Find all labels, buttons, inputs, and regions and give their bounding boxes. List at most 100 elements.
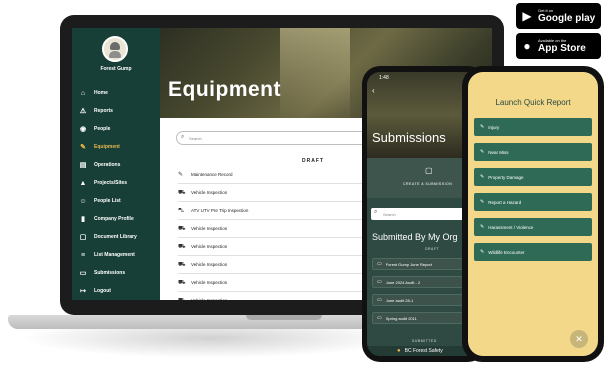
eye-icon: ◉ bbox=[79, 126, 87, 133]
folder-icon: ▭ bbox=[377, 297, 382, 303]
row-label: Vehicle Inspection bbox=[191, 262, 228, 267]
sidebar-item-submissions[interactable]: ▭ Submissions bbox=[72, 264, 160, 282]
sidebar-item-equipment[interactable]: ✎ Equipment bbox=[72, 138, 160, 156]
pencil-icon: ✎ bbox=[480, 199, 485, 205]
submitted-label: SUBMITTED bbox=[412, 339, 437, 343]
sidebar-item-label: List Management bbox=[94, 252, 135, 258]
folder-icon: ▭ bbox=[377, 315, 382, 321]
page-title: Equipment bbox=[168, 78, 281, 101]
quick-report-item[interactable]: ✎ Report a Hazard bbox=[474, 193, 592, 211]
sidebar-item-label: People bbox=[94, 126, 111, 132]
truck-icon: ⛟ bbox=[178, 189, 186, 196]
pencil-icon: ✎ bbox=[480, 249, 485, 255]
user-icon: ☺ bbox=[79, 197, 87, 205]
quick-report-label: Report a Hazard bbox=[488, 199, 522, 205]
app-store-badge[interactable]: ● Available on the App Store bbox=[516, 33, 601, 59]
table-row[interactable]: ⛟ Vehicle Inspection bbox=[178, 274, 362, 292]
list-item[interactable]: ▭ June audit 28-1 bbox=[372, 294, 476, 306]
sidebar-item-reports[interactable]: ⚠ Reports bbox=[72, 102, 160, 120]
logout-icon: ↦ bbox=[80, 288, 86, 295]
wrench-icon: ✎ bbox=[80, 144, 86, 151]
phone-title: Submissions bbox=[372, 130, 446, 145]
phone-quick-report-screen: Launch Quick Report ✎ Injury ✎ Near Miss ✎ Pr… bbox=[468, 72, 598, 356]
google-play-badge[interactable]: ▶ Get it on Google play bbox=[516, 3, 601, 29]
create-label: CREATE A SUBMISSION bbox=[403, 182, 453, 186]
warning-icon: ⚠ bbox=[79, 108, 87, 115]
quick-report-item[interactable]: ✎ Near Miss bbox=[474, 143, 592, 161]
quick-report-item[interactable]: ✎ Injury bbox=[474, 118, 592, 136]
section-label: DRAFT bbox=[302, 158, 324, 164]
apple-icon: ● bbox=[523, 39, 531, 53]
row-label: Maintenance Record bbox=[191, 172, 233, 177]
truck-icon: ⛟ bbox=[178, 297, 187, 301]
quick-report-label: Wildlife Encounter bbox=[488, 249, 525, 255]
avatar[interactable] bbox=[102, 36, 128, 62]
bookmark-icon: ▮ bbox=[81, 216, 85, 223]
close-icon[interactable]: ✕ bbox=[570, 330, 588, 348]
table-row[interactable]: ⛟ Vehicle Inspection bbox=[178, 184, 362, 202]
sidebar-item-label: Logout bbox=[94, 288, 111, 294]
table-row[interactable]: ⛟ Vehicle Inspection bbox=[178, 292, 362, 301]
sidebar-item-label: Home bbox=[94, 90, 108, 96]
search-placeholder: Search bbox=[189, 135, 202, 141]
back-icon[interactable]: ‹ bbox=[372, 86, 375, 95]
folder-icon: ▭ bbox=[377, 279, 382, 285]
quick-report-label: Injury bbox=[488, 124, 500, 130]
row-label: Vehicle Inspection bbox=[191, 280, 228, 285]
table-row[interactable]: ⛟ Vehicle Inspection bbox=[178, 256, 362, 274]
list-item[interactable]: ▭ June 2024 Audit - 2 bbox=[372, 276, 476, 288]
sidebar-item-projects-sites[interactable]: ▲ Projects/Sites bbox=[72, 174, 160, 192]
sidebar-item-label: Projects/Sites bbox=[94, 180, 128, 186]
row-label: Vehicle Inspection bbox=[191, 298, 227, 300]
sidebar-item-label: Submissions bbox=[94, 270, 126, 276]
truck-icon: ⛟ bbox=[178, 279, 186, 286]
sidebar-item-people-list[interactable]: ☺ People List bbox=[72, 192, 160, 210]
list-icon: ≡ bbox=[80, 251, 86, 259]
equipment-list: ✎ Maintenance Record ⛟ Vehicle Inspection ⛍ A… bbox=[178, 166, 362, 300]
quick-report-label: Harassment / Violence bbox=[488, 224, 534, 230]
apple-badge-large: App Store bbox=[538, 43, 586, 54]
folder-icon: ▭ bbox=[79, 270, 87, 277]
table-row[interactable]: ⛟ Vehicle Inspection bbox=[178, 220, 362, 238]
sidebar-item-label: People List bbox=[94, 198, 121, 204]
quick-report-item[interactable]: ✎ Property Damage bbox=[474, 168, 592, 186]
sidebar-item-label: Reports bbox=[94, 108, 113, 114]
list-item[interactable]: ▭ Forest Gump June Report bbox=[372, 258, 476, 270]
file-icon: ▢ bbox=[425, 166, 433, 175]
quick-report-title: Launch Quick Report bbox=[495, 98, 571, 107]
folder-icon: ▭ bbox=[377, 261, 382, 267]
sidebar-item-label: Company Profile bbox=[94, 216, 134, 222]
sidebar-item-document-library[interactable]: ▢ Document Library bbox=[72, 228, 160, 246]
table-row[interactable]: ✎ Maintenance Record bbox=[178, 166, 362, 184]
sidebar-item-operations[interactable]: ▤ Operations bbox=[72, 156, 160, 174]
quick-report-label: Property Damage bbox=[488, 174, 524, 180]
search-icon: ⌕ bbox=[181, 134, 185, 140]
sidebar-item-people[interactable]: ◉ People bbox=[72, 120, 160, 138]
status-time: 1:48 bbox=[379, 75, 389, 81]
row-label: Vehicle Inspection bbox=[191, 244, 228, 249]
pencil-icon: ✎ bbox=[480, 149, 485, 155]
pencil-icon: ✎ bbox=[480, 174, 485, 180]
truck-icon: ⛟ bbox=[178, 225, 186, 232]
quick-report-item[interactable]: ✎ Harassment / Violence bbox=[474, 218, 592, 236]
truck-icon: ⛟ bbox=[178, 261, 186, 268]
sidebar-item-label: Operations bbox=[94, 162, 121, 168]
list-item-label: June 2024 Audit - 2 bbox=[385, 279, 421, 285]
sidebar-item-logout[interactable]: ↦ Logout bbox=[72, 282, 160, 300]
apple-badge-text: Available on the App Store bbox=[538, 38, 586, 54]
laptop-notch bbox=[246, 315, 322, 320]
sidebar-item-list-management[interactable]: ≡ List Management bbox=[72, 246, 160, 264]
search-input[interactable]: ⌕ Search bbox=[176, 131, 376, 145]
table-row[interactable]: ⛍ ATV UTV Pre Trip Inspection bbox=[178, 202, 362, 220]
list-item-label: Forest Gump June Report bbox=[385, 261, 432, 267]
sidebar-item-label: Document Library bbox=[94, 234, 137, 240]
list-item[interactable]: ▭ Spring audit 2011 bbox=[372, 312, 476, 324]
submission-list: ▭ Forest Gump June Report ▭ June 2024 Audit… bbox=[372, 258, 476, 330]
sidebar-item-home[interactable]: ⌂ Home bbox=[72, 84, 160, 102]
quick-report-list: ✎ Injury ✎ Near Miss ✎ Property Damage ✎ Report… bbox=[474, 118, 592, 268]
sidebar: Forest Gump ⌂ Home ⚠ Reports ◉ People ✎ Equipme… bbox=[72, 28, 160, 300]
sidebar-item-company-profile[interactable]: ▮ Company Profile bbox=[72, 210, 160, 228]
table-row[interactable]: ⛟ Vehicle Inspection bbox=[178, 238, 362, 256]
quick-report-item[interactable]: ✎ Wildlife Encounter bbox=[474, 243, 592, 261]
atv-icon: ⛍ bbox=[178, 207, 185, 214]
